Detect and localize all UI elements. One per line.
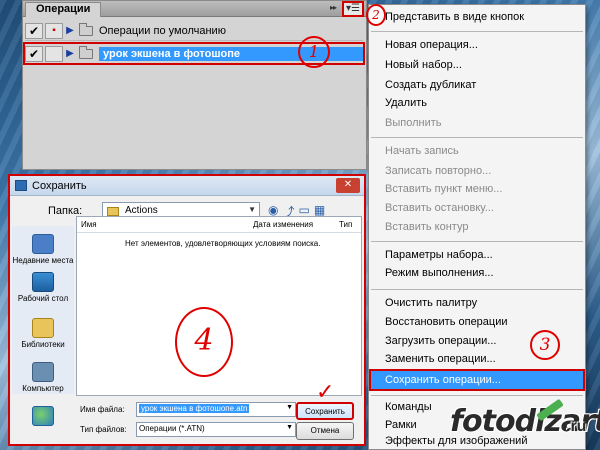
menu-item-commands[interactable]: Команды: [385, 401, 432, 413]
menu-item-insert-menu-item: Вставить пункт меню...: [385, 183, 503, 195]
panel-menu-button[interactable]: ▾☰: [342, 1, 364, 17]
menu-item-insert-path: Вставить контур: [385, 221, 469, 233]
folder-value: Actions: [125, 205, 158, 216]
menu-item-playback-options[interactable]: Режим выполнения...: [385, 267, 494, 279]
dialog-title: Сохранить: [32, 180, 87, 192]
toggle-dialog-icon[interactable]: [45, 45, 63, 62]
chevron-down-icon: ▼: [248, 205, 256, 214]
menu-item-new-action[interactable]: Новая операция...: [385, 39, 478, 51]
computer-icon: [32, 362, 54, 382]
annotation-circle-4: 4: [175, 307, 233, 377]
filename-value: урок экшена в фотошопе.atn: [139, 404, 250, 413]
desktop-icon: [32, 272, 54, 292]
menu-separator: [371, 395, 583, 396]
filename-label: Имя файла:: [80, 405, 125, 414]
place-label: Рабочий стол: [17, 294, 69, 303]
menu-separator: [371, 31, 583, 32]
place-computer[interactable]: Компьютер: [12, 362, 74, 393]
menu-item-play: Выполнить: [385, 117, 442, 129]
menu-item-record-again: Записать повторно...: [385, 165, 492, 177]
close-button[interactable]: ✕: [336, 178, 360, 193]
menu-item-duplicate[interactable]: Создать дубликат: [385, 79, 476, 91]
menu-item-insert-stop: Вставить остановку...: [385, 202, 494, 214]
annotation-checkmark: ✓: [316, 380, 335, 405]
filetype-value: Операции (*.ATN): [139, 424, 205, 433]
menu-item-replace-actions[interactable]: Заменить операции...: [385, 353, 496, 365]
recent-places-icon: [32, 234, 54, 254]
expand-triangle-icon[interactable]: ▶: [65, 48, 75, 59]
menu-item-start-recording: Начать запись: [385, 145, 459, 157]
menu-item-frames[interactable]: Рамки: [385, 419, 417, 431]
filetype-select[interactable]: Операции (*.ATN) ▼: [136, 422, 296, 437]
network-icon: [32, 406, 54, 426]
actions-flyout-menu: Представить в виде кнопок Новая операция…: [368, 4, 586, 450]
empty-message: Нет элементов, удовлетворяющих условиям …: [125, 239, 321, 248]
places-sidebar: Недавние места Рабочий стол Библиотеки К…: [12, 226, 74, 426]
dialog-titlebar: Сохранить ✕: [10, 176, 364, 196]
place-recent[interactable]: Недавние места: [12, 234, 74, 265]
place-desktop[interactable]: Рабочий стол: [12, 272, 74, 303]
expand-triangle-icon[interactable]: ▶: [65, 25, 75, 36]
folder-icon: [79, 22, 93, 36]
menu-item-delete[interactable]: Удалить: [385, 97, 427, 109]
filetype-label: Тип файлов:: [80, 425, 127, 434]
menu-item-new-set[interactable]: Новый набор...: [385, 59, 462, 71]
panel-header: Операции ▸▸ ▾☰: [23, 1, 366, 17]
collapse-icon[interactable]: ▸▸: [330, 3, 337, 12]
toggle-item-checkbox[interactable]: ✔: [25, 45, 43, 62]
save-dialog: Сохранить ✕ Папка: Actions ▼ ◉ ⤴ ▭ ▦ Нед…: [8, 174, 366, 446]
menu-item-load-actions[interactable]: Загрузить операции...: [385, 335, 496, 347]
menu-item-label: Сохранить операции...: [385, 374, 501, 386]
file-list[interactable]: Имя Дата изменения Тип Нет элементов, уд…: [76, 216, 362, 396]
chevron-down-icon: ▼: [286, 404, 293, 411]
watermark-tld: .ru: [566, 418, 587, 435]
menu-item-clear-actions[interactable]: Очистить палитру: [385, 297, 477, 309]
place-label: Недавние места: [12, 256, 74, 265]
annotation-circle-2: 2: [366, 4, 386, 26]
folder-icon: [79, 45, 93, 59]
menu-separator: [371, 241, 583, 242]
column-type[interactable]: Тип: [339, 220, 352, 229]
toggle-dialog-icon[interactable]: ▪: [45, 22, 63, 39]
column-name[interactable]: Имя: [81, 220, 97, 229]
chevron-down-icon: ▼: [286, 424, 293, 431]
actions-panel: Операции ▸▸ ▾☰ ✔ ▪ ▶ Операции по умолчан…: [22, 0, 367, 170]
menu-item-reset-actions[interactable]: Восстановить операции: [385, 316, 508, 328]
file-list-header: Имя Дата изменения Тип: [77, 217, 361, 233]
action-set-label: Операции по умолчанию: [99, 24, 226, 37]
column-date[interactable]: Дата изменения: [253, 220, 313, 229]
folder-icon: [107, 207, 119, 216]
place-label: Компьютер: [22, 384, 64, 393]
toggle-item-checkbox[interactable]: ✔: [25, 22, 43, 39]
tab-actions[interactable]: Операции: [25, 2, 102, 17]
annotation-circle-1: 1: [298, 36, 330, 68]
menu-item-set-options[interactable]: Параметры набора...: [385, 249, 493, 261]
menu-item-save-actions[interactable]: Сохранить операции...: [369, 369, 585, 391]
libraries-icon: [32, 318, 54, 338]
menu-separator: [371, 137, 583, 138]
annotation-circle-3: 3: [530, 330, 560, 360]
place-libraries[interactable]: Библиотеки: [12, 318, 74, 349]
place-label: Библиотеки: [21, 340, 65, 349]
menu-separator: [371, 289, 583, 290]
filename-input[interactable]: урок экшена в фотошопе.atn ▼: [136, 402, 296, 417]
place-network[interactable]: [12, 406, 74, 428]
cancel-button[interactable]: Отмена: [296, 422, 354, 440]
app-icon: [15, 180, 27, 191]
menu-item-button-mode[interactable]: Представить в виде кнопок: [385, 11, 524, 23]
